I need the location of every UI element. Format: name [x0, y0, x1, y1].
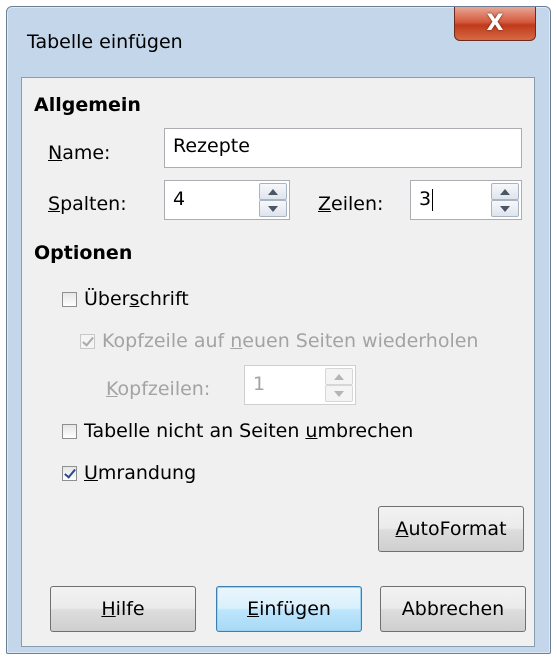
title-bar: Tabelle einfügen X: [7, 7, 550, 75]
no-split-checkbox[interactable]: [62, 424, 77, 439]
columns-spinner[interactable]: 4: [164, 180, 290, 220]
options-heading: Optionen: [34, 242, 133, 264]
cancel-button-label: Abbrechen: [401, 598, 505, 620]
rows-decrement-button[interactable]: [491, 200, 519, 217]
header-rows-label: Kopfzeilen:: [106, 378, 211, 400]
columns-value: 4: [173, 188, 186, 210]
help-button-label: Hilfe: [101, 598, 145, 620]
header-rows-value: 1: [253, 373, 266, 395]
rows-label: Zeilen:: [318, 193, 384, 215]
heading-checkbox-label[interactable]: Überschrift: [84, 288, 189, 310]
rows-spinner[interactable]: 3: [410, 180, 522, 220]
dialog-content: Allgemein Name: Rezepte Spalten: 4 Zeile…: [21, 77, 535, 647]
rows-spinner-arrows: [491, 183, 519, 217]
text-caret: [432, 188, 434, 211]
header-rows-increment-button[interactable]: [325, 368, 353, 385]
autoformat-button-label: AutoFormat: [395, 518, 507, 540]
close-icon: X: [486, 11, 504, 36]
chevron-down-icon: [500, 206, 510, 212]
columns-decrement-button[interactable]: [259, 200, 287, 217]
chevron-up-icon: [500, 189, 510, 195]
columns-increment-button[interactable]: [259, 183, 287, 200]
chevron-down-icon: [334, 391, 344, 397]
help-button[interactable]: Hilfe: [50, 586, 196, 632]
header-rows-spinner[interactable]: 1: [244, 365, 356, 405]
repeat-header-checkbox[interactable]: [80, 334, 95, 349]
dialog-window: Tabelle einfügen X Allgemein Name: Rezep…: [6, 6, 551, 654]
repeat-header-label[interactable]: Kopfzeile auf neuen Seiten wiederholen: [102, 330, 478, 352]
insert-button[interactable]: Einfügen: [216, 586, 362, 632]
heading-checkbox[interactable]: [62, 292, 77, 307]
columns-spinner-arrows: [259, 183, 287, 217]
cancel-button[interactable]: Abbrechen: [380, 586, 526, 632]
name-value: Rezepte: [173, 135, 250, 157]
border-label[interactable]: Umrandung: [84, 462, 196, 484]
insert-button-label: Einfügen: [247, 598, 331, 620]
chevron-up-icon: [334, 374, 344, 380]
close-button[interactable]: X: [454, 7, 536, 41]
rows-increment-button[interactable]: [491, 183, 519, 200]
name-input[interactable]: Rezepte: [164, 128, 522, 168]
autoformat-button[interactable]: AutoFormat: [378, 506, 524, 552]
no-split-label[interactable]: Tabelle nicht an Seiten umbrechen: [84, 420, 413, 442]
name-label: Name:: [48, 142, 111, 164]
general-heading: Allgemein: [34, 94, 141, 116]
columns-label: Spalten:: [48, 193, 127, 215]
border-checkbox[interactable]: [62, 466, 77, 481]
chevron-up-icon: [268, 189, 278, 195]
rows-value: 3: [419, 188, 434, 211]
header-rows-spinner-arrows: [325, 368, 353, 402]
header-rows-decrement-button[interactable]: [325, 385, 353, 402]
dialog-title: Tabelle einfügen: [27, 31, 183, 53]
chevron-down-icon: [268, 206, 278, 212]
